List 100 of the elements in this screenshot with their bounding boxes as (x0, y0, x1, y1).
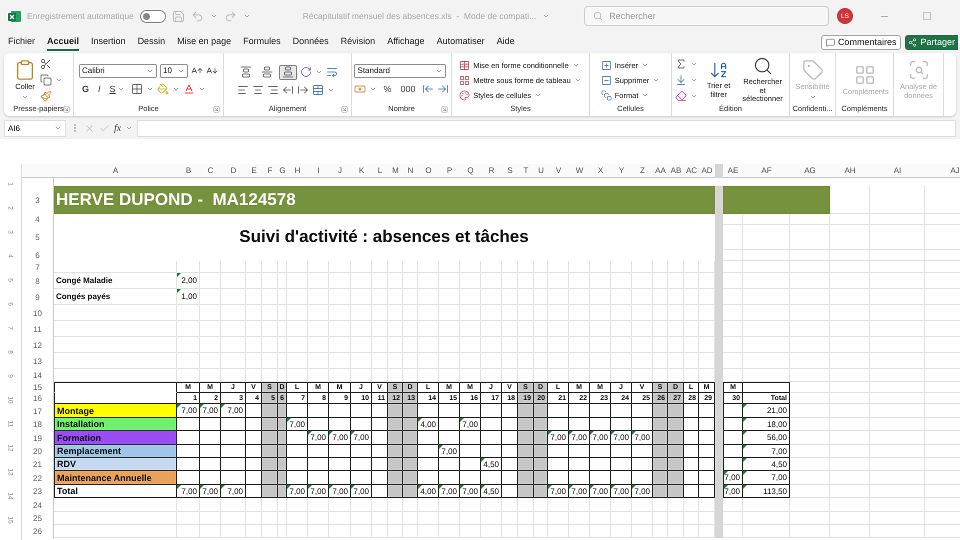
summary-label: Congé Maladie (54, 273, 177, 289)
summary-value: 1,00 (177, 289, 200, 305)
hours-cell: 7,00 (569, 431, 590, 445)
column-header[interactable]: M (388, 164, 403, 178)
menu-tab[interactable]: Aide (496, 33, 515, 51)
menu-tab[interactable]: Révision (340, 33, 376, 51)
column-header[interactable]: Y (611, 164, 632, 178)
hours-cell: 7,00 (548, 431, 569, 445)
hours-cell: 7,00 (221, 404, 246, 418)
column-header[interactable]: AG (790, 164, 830, 178)
menu-tab[interactable]: Mise en page (177, 33, 232, 51)
menu-tab[interactable]: Formules (243, 33, 281, 51)
hours-cell: 7,00 (590, 485, 611, 498)
thousands-button[interactable]: 000 (398, 82, 419, 96)
bold-button[interactable]: G (79, 82, 92, 96)
menu-tab[interactable]: Affichage (387, 33, 425, 51)
column-header[interactable]: I (308, 164, 329, 178)
column-header[interactable]: AH (830, 164, 870, 178)
menu-tab[interactable]: Insertion (91, 33, 126, 51)
column-header[interactable]: Z (632, 164, 653, 178)
column-header[interactable]: R (481, 164, 502, 178)
hours-cell: 4,00 (418, 418, 439, 431)
percent-button[interactable]: % (380, 82, 394, 96)
summary-label: Congés payés (54, 289, 177, 305)
menu-tab[interactable]: Dessin (138, 33, 166, 51)
column-header[interactable]: U (534, 164, 548, 178)
hours-cell: 7,00 (460, 418, 481, 431)
column-header[interactable]: E (246, 164, 262, 178)
task-name: RDV (54, 458, 177, 471)
column-header[interactable]: AI (870, 164, 925, 178)
menu-tab[interactable]: Accueil (47, 33, 80, 51)
share-button[interactable]: Partager (905, 34, 958, 50)
task-name: Montage (54, 404, 177, 418)
hours-cell: 7,00 (329, 485, 351, 498)
column-header[interactable]: G (278, 164, 287, 178)
column-header[interactable]: AD (699, 164, 715, 178)
task-name: Formation (54, 431, 177, 445)
menu-tab[interactable]: Fichier (8, 33, 36, 51)
column-header[interactable]: X (590, 164, 611, 178)
column-header[interactable]: AE (723, 164, 743, 178)
total-label: Total (54, 485, 177, 498)
menu-tab[interactable]: Automatiser (436, 33, 485, 51)
column-header[interactable]: AC (684, 164, 699, 178)
task-name: Installation (54, 418, 177, 431)
row-total: 21,00 (743, 404, 790, 418)
hours-cell: 7,00 (632, 485, 653, 498)
row-total: 56,00 (743, 431, 790, 445)
hours-cell: 7,00 (611, 485, 632, 498)
column-header[interactable]: AJ (925, 164, 960, 178)
column-header[interactable]: V (548, 164, 569, 178)
column-header[interactable]: O (418, 164, 439, 178)
column-header[interactable]: H (287, 164, 308, 178)
column-header[interactable]: N (403, 164, 418, 178)
column-header[interactable]: K (351, 164, 372, 178)
insert-function-button[interactable]: fx (114, 122, 122, 134)
hours-cell: 7,00 (351, 431, 372, 445)
column-header[interactable]: A (54, 164, 177, 178)
hours-cell: 7,00 (287, 485, 308, 498)
hours-cell: 7,00 (200, 404, 221, 418)
column-header[interactable]: W (569, 164, 590, 178)
column-header[interactable]: T (518, 164, 534, 178)
column-header[interactable]: Q (460, 164, 481, 178)
italic-button[interactable]: I (95, 82, 104, 96)
column-header[interactable]: B (177, 164, 200, 178)
hours-cell: 7,00 (351, 485, 372, 498)
hours-cell: 7,00 (590, 431, 611, 445)
task-name: Maintenance Annuelle (54, 471, 177, 485)
menu-tab[interactable]: Données (292, 33, 329, 51)
task-name: Remplacement (54, 445, 177, 458)
hours-cell: 7,00 (329, 431, 351, 445)
column-header[interactable]: D (221, 164, 246, 178)
underline-button[interactable]: S (106, 82, 128, 96)
hours-cell: 7,00 (439, 445, 460, 458)
hours-cell: 7,00 (308, 431, 329, 445)
hours-cell: 7,00 (221, 485, 246, 498)
number-format-field[interactable]: Standard (354, 64, 446, 78)
column-header[interactable]: J (329, 164, 351, 178)
autosave-label: Enregistrement automatique (27, 11, 134, 21)
hours-cell: 7,00 (177, 485, 200, 498)
hours-cell: 4,00 (418, 485, 439, 498)
hours-cell: 7,00 (177, 404, 200, 418)
comments-button[interactable]: Commentaires (820, 34, 902, 50)
column-header[interactable]: C (200, 164, 221, 178)
column-header[interactable]: AF (743, 164, 790, 178)
hours-cell: 4,50 (481, 485, 502, 498)
column-header[interactable]: P (439, 164, 460, 178)
column-header[interactable]: F (262, 164, 278, 178)
summary-value: 2,00 (177, 273, 200, 289)
column-header[interactable]: S (502, 164, 518, 178)
row-total: 113,50 (743, 485, 790, 498)
column-header[interactable]: L (372, 164, 388, 178)
row-total: 18,00 (743, 418, 790, 431)
hours-cell: 7,00 (460, 485, 481, 498)
hours-cell: 7,00 (548, 485, 569, 498)
column-header[interactable]: AA (653, 164, 668, 178)
font-field[interactable]: Calibri (79, 64, 157, 78)
hours-cell: 7,00 (569, 485, 590, 498)
name-box[interactable]: AI6 (4, 120, 66, 136)
font-size-field[interactable]: 10 (160, 64, 188, 78)
column-header[interactable]: AB (668, 164, 684, 178)
